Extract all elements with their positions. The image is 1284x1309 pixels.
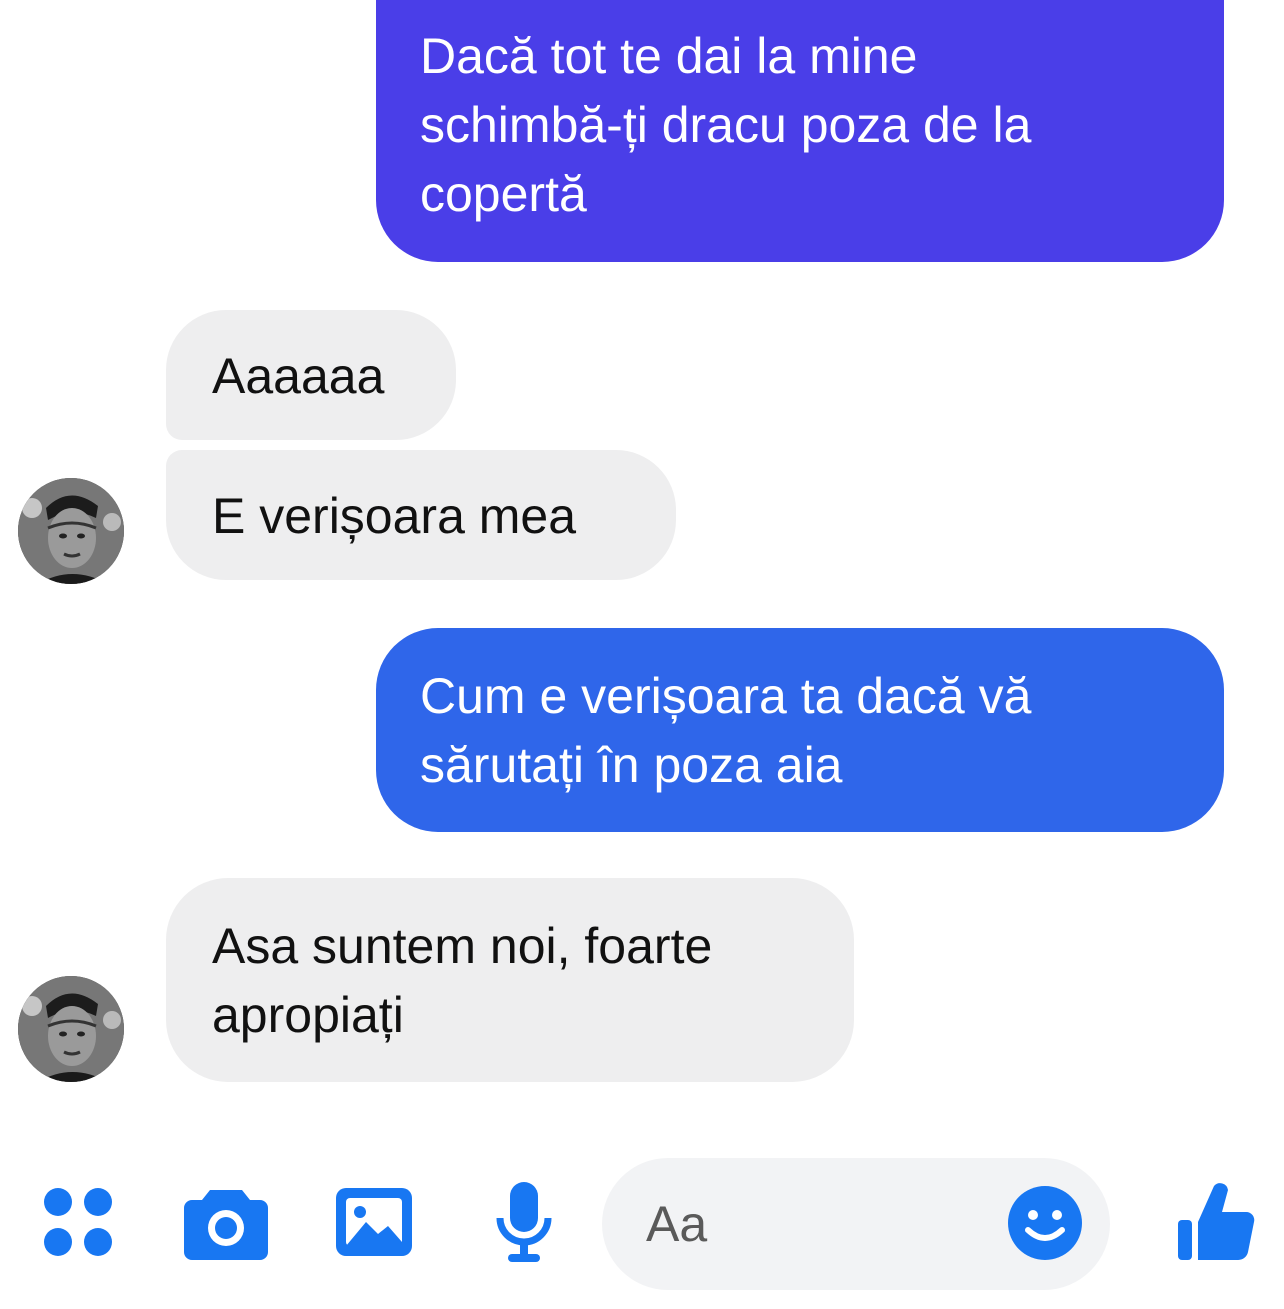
like-icon[interactable] — [1176, 1180, 1256, 1262]
received-message: E verișoara mea — [166, 450, 676, 580]
avatar[interactable] — [18, 478, 124, 584]
sent-message: Cum e verișoara ta dacă vă sărutați în p… — [376, 628, 1224, 832]
received-message: Asa suntem noi, foarte apropiați — [166, 878, 854, 1082]
apps-icon[interactable] — [40, 1184, 116, 1260]
microphone-icon[interactable] — [494, 1180, 554, 1264]
gallery-icon[interactable] — [334, 1186, 414, 1258]
message-input-placeholder: Aa — [646, 1196, 708, 1252]
avatar-photo — [18, 478, 124, 584]
avatar-photo — [18, 976, 124, 1082]
emoji-icon[interactable] — [1006, 1184, 1084, 1262]
sent-message: Dacă tot te dai la mine schimbă-ți dracu… — [376, 0, 1224, 262]
camera-icon[interactable] — [182, 1184, 270, 1260]
avatar[interactable] — [18, 976, 124, 1082]
received-message: Aaaaaa — [166, 310, 456, 440]
